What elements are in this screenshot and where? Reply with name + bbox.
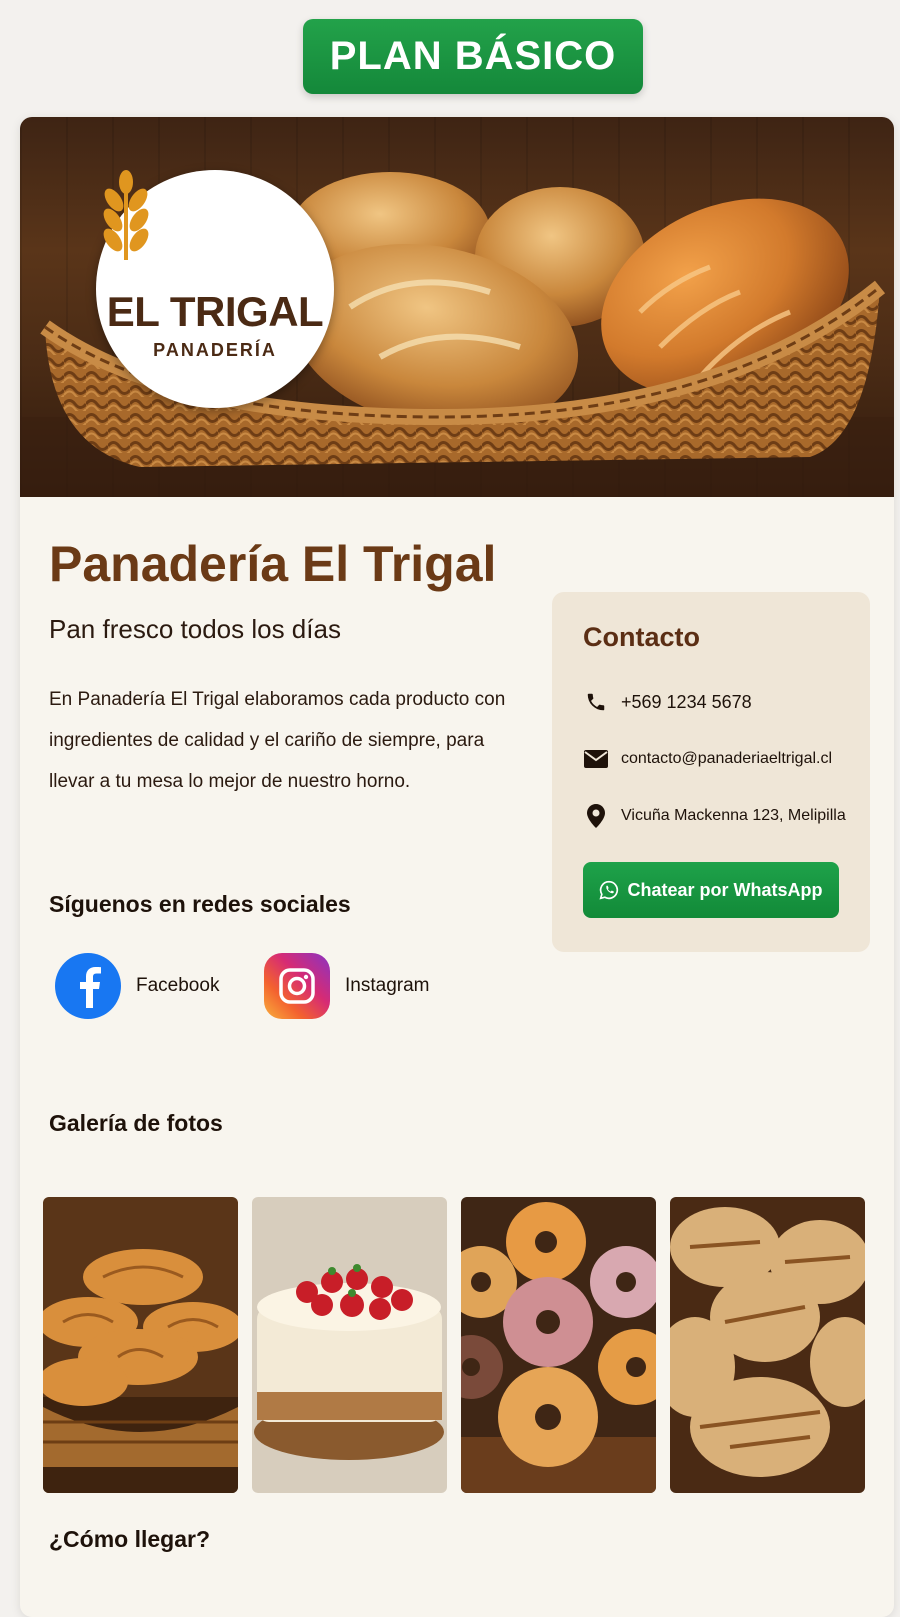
- email-address: contacto@panaderiaeltrigal.cl: [621, 750, 833, 767]
- gallery-photo-bread[interactable]: [670, 1197, 865, 1493]
- description: En Panadería El Trigal elaboramos cada p…: [49, 689, 506, 792]
- instagram-label: Instagram: [345, 975, 430, 996]
- gallery-heading: Galería de fotos: [49, 1110, 223, 1136]
- facebook-label: Facebook: [136, 975, 220, 996]
- whatsapp-chat-button[interactable]: Chatear por WhatsApp: [583, 862, 839, 918]
- mail-icon: [583, 746, 609, 772]
- bakery-logo: EL TRIGAL PANADERÍA: [96, 170, 334, 408]
- instagram-link[interactable]: Instagram: [264, 953, 429, 1019]
- logo-name: EL TRIGAL: [106, 288, 324, 335]
- hero-bread-image: EL TRIGAL PANADERÍA: [20, 117, 894, 497]
- tagline: Pan fresco todos los días: [49, 614, 341, 644]
- contact-panel: Contacto +569 1234 5678 contacto@panader…: [552, 592, 870, 952]
- wheat-icon: [103, 170, 149, 260]
- plan-badge: PLAN BÁSICO: [303, 19, 643, 94]
- facebook-icon: [55, 953, 121, 1019]
- gallery-photo-croissants[interactable]: [43, 1197, 238, 1493]
- business-card: EL TRIGAL PANADERÍA Panadería El Trigal …: [20, 117, 894, 1617]
- gallery-photo-donuts[interactable]: [461, 1197, 656, 1493]
- facebook-link[interactable]: Facebook: [55, 953, 219, 1019]
- phone-icon: [583, 689, 609, 715]
- phone-number: +569 1234 5678: [621, 691, 752, 712]
- address-text: Vicuña Mackenna 123, Melipilla: [621, 807, 846, 824]
- instagram-icon: [264, 953, 330, 1019]
- gallery-photo-cake[interactable]: [252, 1197, 447, 1493]
- page-title: Panadería El Trigal: [49, 536, 497, 592]
- whatsapp-button-label: Chatear por WhatsApp: [627, 879, 823, 900]
- contact-email[interactable]: contacto@panaderiaeltrigal.cl: [583, 746, 832, 772]
- directions-heading: ¿Cómo llegar?: [49, 1526, 211, 1552]
- contact-title: Contacto: [583, 622, 700, 652]
- social-heading: Síguenos en redes sociales: [49, 891, 351, 917]
- contact-phone[interactable]: +569 1234 5678: [583, 689, 752, 715]
- whatsapp-icon: [599, 880, 619, 900]
- location-pin-icon: [583, 803, 609, 829]
- contact-address[interactable]: Vicuña Mackenna 123, Melipilla: [583, 803, 846, 829]
- logo-subtitle: PANADERÍA: [153, 340, 277, 360]
